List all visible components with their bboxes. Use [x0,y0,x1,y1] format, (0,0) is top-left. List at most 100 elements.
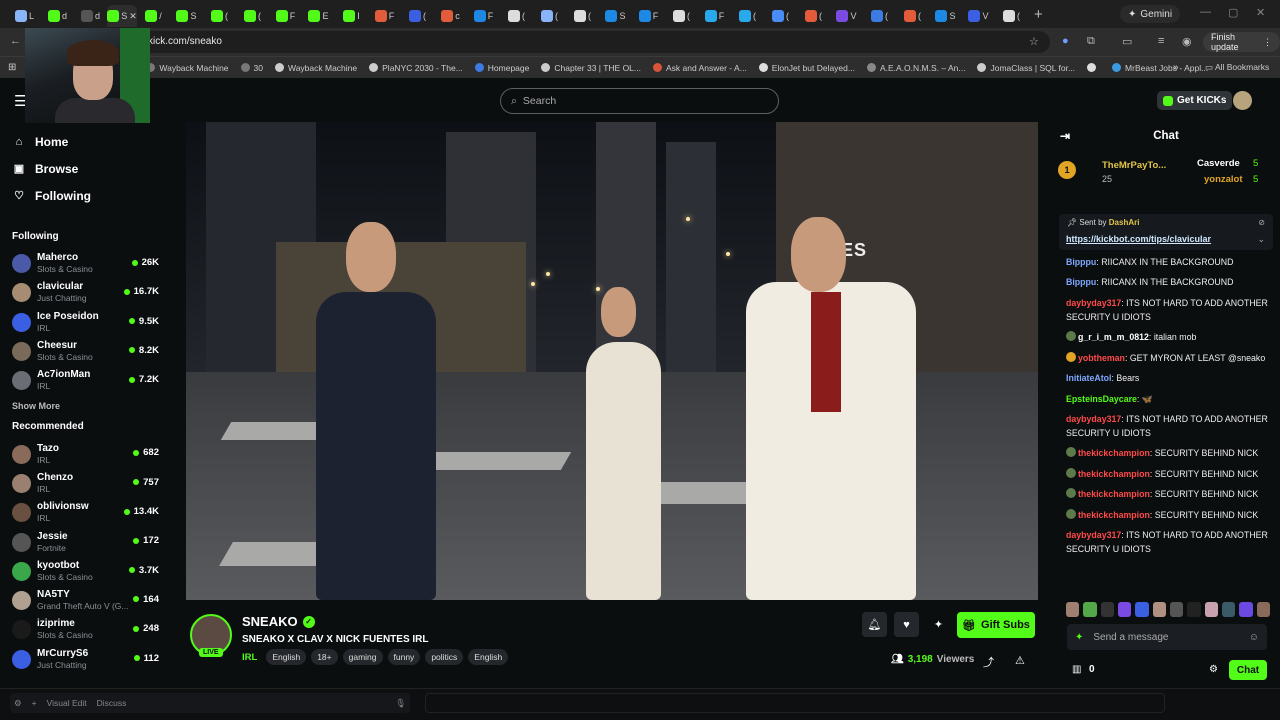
channel-item[interactable]: Cheesur Slots & Casino 8.2K [0,337,172,366]
microphone-icon[interactable]: 🎙︎ [395,698,406,709]
browser-tab[interactable]: F [698,5,731,27]
channel-item[interactable]: oblivionsw IRL 13.4K [0,498,172,527]
sparkle-button[interactable]: ✦ [926,612,951,637]
emote-icon[interactable] [1204,602,1218,617]
bookmark-item[interactable]: JomaClass | SQL for... [977,63,1075,73]
chat-username[interactable]: Bipppu [1066,277,1096,287]
bookmark-item[interactable]: Homepage [474,63,529,73]
streamer-name[interactable]: SNEAKO ✓ [242,614,315,629]
finish-update-button[interactable]: Finish update ⋮ [1203,32,1280,52]
new-tab-button[interactable]: + [1034,6,1043,23]
leaderboard-user[interactable]: Casverde [1197,158,1240,169]
chat-username[interactable]: daybyday317 [1066,298,1121,308]
chat-username[interactable]: daybyday317 [1066,414,1121,424]
minimize-icon[interactable]: — [1200,6,1211,18]
back-icon[interactable]: ← [10,35,21,47]
emote-icon[interactable] [1169,602,1184,617]
chat-username[interactable]: g_r_i_m_m_0812 [1078,332,1149,342]
kicks-wallet-icon[interactable]: ▥ [1072,664,1081,675]
chat-message-input[interactable]: ✦ Send a message ☺ [1067,624,1267,650]
leaderboard-user[interactable]: TheMrPayTo... [1102,160,1166,171]
emote-icon[interactable] [1083,602,1097,617]
video-player[interactable]: XIES [186,122,1038,600]
sidebar-item-following[interactable]: ♡ Following [0,182,172,209]
browser-tab[interactable]: S [170,5,203,27]
emote-icon[interactable] [1100,602,1114,617]
browser-tab[interactable]: c [434,5,467,27]
collapse-chat-icon[interactable]: ⇥ [1060,129,1070,143]
emote-icon[interactable] [1066,602,1080,617]
extensions-puzzle-icon[interactable]: ⧉ [1087,35,1095,48]
chat-username[interactable]: thekickchampion [1078,510,1150,520]
channel-item[interactable]: NA5TY Grand Theft Auto V (G... 164 [0,586,172,615]
follow-heart-button[interactable]: ♥ [894,612,919,637]
discuss-button[interactable]: Discuss [97,698,127,708]
channel-item[interactable]: clavicular Just Chatting 16.7K [0,278,172,307]
chat-username[interactable]: thekickchampion [1078,469,1150,479]
gemini-button[interactable]: ✦ Gemini [1120,5,1181,23]
stream-tag[interactable]: English [468,649,509,665]
browser-tab[interactable]: ( [863,5,896,27]
channel-item[interactable]: Ac7ionMan IRL 7.2K [0,366,172,395]
chat-username[interactable]: thekickchampion [1078,448,1150,458]
notification-bell-button[interactable]: 🔔︎ [862,612,887,637]
bookmark-item[interactable]: MrBeast Jobs - Appl... [1112,63,1208,73]
pinned-link[interactable]: https://kickbot.com/tips/clavicular [1066,234,1211,244]
visual-edit-button[interactable]: Visual Edit [47,698,87,708]
address-bar[interactable]: kick.com/sneako [140,31,1050,53]
bookmark-item[interactable]: A.E.A.O.N.M.S. – An... [866,63,965,73]
browser-tab[interactable]: ( [236,5,269,27]
bookmark-item[interactable]: PlaNYC 2030 - The... [369,63,463,73]
channel-item[interactable]: kyootbot Slots & Casino 3.7K [0,557,172,586]
emote-icon[interactable] [1221,602,1236,617]
browser-tab[interactable]: F [467,5,500,27]
chevron-more-icon[interactable]: » [1173,62,1179,73]
chat-send-button[interactable]: Chat [1229,660,1267,680]
sidebar-item-browse[interactable]: ▣ Browse [0,155,172,182]
profile-icon[interactable]: ◉ [1182,35,1192,48]
emote-icon[interactable] [1117,602,1132,617]
user-avatar[interactable] [1233,91,1252,110]
close-tab-icon[interactable]: ✕ [129,11,137,22]
bookmark-item[interactable] [1087,63,1100,73]
chat-username[interactable]: Bipppu [1066,257,1096,267]
search-input[interactable]: ⌕ Search [500,88,779,114]
settings-icon[interactable]: ⚙ [14,698,22,709]
browser-tab[interactable]: d [74,5,107,27]
channel-item[interactable]: Maherco Slots & Casino 26K [0,249,172,278]
gift-subs-button[interactable]: 🎁︎ Gift Subs [957,612,1035,638]
channel-item[interactable]: Ice Poseidon IRL 9.5K [0,308,172,337]
emote-icon[interactable] [1239,602,1253,617]
stream-tag[interactable]: politics [425,649,464,665]
stream-tag[interactable]: funny [387,649,421,665]
chevron-down-icon[interactable]: ⌄ [1257,234,1265,245]
unpin-icon[interactable]: ⊘ [1258,218,1265,227]
chat-settings-icon[interactable]: ⚙ [1209,664,1218,675]
bookmark-item[interactable]: 30 [240,63,263,73]
apps-grid-icon[interactable]: ⊞ [8,62,16,73]
browser-tab[interactable]: L [8,5,41,27]
leaderboard-user[interactable]: yonzalot [1204,174,1243,185]
emote-icon[interactable] [1152,602,1166,617]
pinned-by-user[interactable]: DashAri [1109,218,1140,227]
channel-item[interactable]: iziprime Slots & Casino 248 [0,615,172,644]
reading-list-icon[interactable]: ≡ [1158,35,1164,47]
extension-icon[interactable]: ● [1062,35,1069,47]
channel-item[interactable]: Chenzo IRL 757 [0,469,172,498]
browser-tab[interactable]: F [632,5,665,27]
browser-tab[interactable]: V [962,5,995,27]
browser-tab[interactable]: V [830,5,863,27]
chat-username[interactable]: daybyday317 [1066,530,1121,540]
emote-icon[interactable] [1187,602,1201,617]
bookmark-item[interactable]: Wayback Machine [275,63,357,73]
emoji-icon[interactable]: ☺ [1249,632,1259,643]
browser-tab[interactable]: S ✕ [107,5,137,27]
emote-icon[interactable] [1256,602,1270,617]
browser-tab[interactable]: d [41,5,74,27]
browser-tab[interactable]: F [269,5,302,27]
browser-tab[interactable]: ( [995,5,1028,27]
chat-username[interactable]: thekickchampion [1078,489,1150,499]
channel-item[interactable]: Tazo IRL 682 [0,439,172,468]
browser-tab[interactable]: / [137,5,170,27]
stream-tag[interactable]: 18+ [311,649,338,665]
